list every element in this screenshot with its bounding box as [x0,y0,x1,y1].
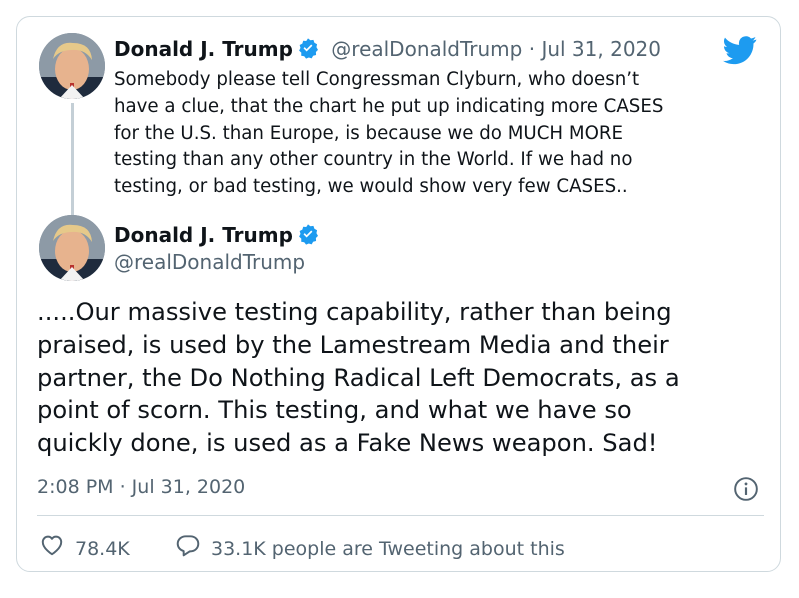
reply-author-avatar[interactable] [39,33,105,99]
reply-date[interactable]: Jul 31, 2020 [541,37,661,61]
reply-text-line: Somebody please tell Congressman Clyburn… [114,69,640,90]
reply-text-line: have a clue, that the chart he put up in… [114,95,664,117]
main-text-line: praised, is used by the Lamestream Media… [37,330,669,359]
like-button[interactable]: 78.4K [39,532,130,565]
embedded-tweet-card: Donald J. Trump @realDonaldTrump · Jul 3… [16,16,781,572]
main-tweet-text: .....Our massive testing capability, rat… [37,296,767,460]
main-author-name[interactable]: Donald J. Trump [114,223,293,247]
reply-header: Donald J. Trump @realDonaldTrump · Jul 3… [114,37,661,64]
main-text-line: .....Our massive testing capability, rat… [37,298,672,326]
twitter-bird-icon[interactable] [723,33,757,71]
thread-connector-line [71,103,74,221]
main-text-line: quickly done, is used as a Fake News wea… [37,429,658,458]
main-text-line: point of scorn. This testing, and what w… [37,396,632,425]
conversation-link[interactable]: 33.1K people are Tweeting about this [175,532,565,565]
reply-tweet-text: Somebody please tell Congressman Clyburn… [114,67,764,201]
reply-text-line: testing than any other country in the Wo… [114,149,633,171]
conversation-text: 33.1K people are Tweeting about this [211,537,565,560]
like-count: 78.4K [75,537,130,560]
main-author-name-row: Donald J. Trump [114,222,319,251]
verified-badge-icon [297,37,319,64]
verified-badge-icon [297,223,319,251]
actions-divider [37,515,764,516]
main-text-line: partner, the Do Nothing Radical Left Dem… [37,363,680,392]
reply-text-line: for the U.S. than Europe, is because we … [114,122,624,144]
reply-text-line: testing, or bad testing, we would show v… [114,176,628,198]
main-author-handle[interactable]: @realDonaldTrump [114,249,305,275]
tweet-timestamp[interactable]: 2:08 PM · Jul 31, 2020 [37,475,245,499]
main-author-avatar[interactable] [39,215,105,281]
reply-separator: · [528,37,536,61]
reply-author-handle[interactable]: @realDonaldTrump [331,37,522,61]
info-icon[interactable] [733,476,759,506]
speech-bubble-icon [175,532,211,565]
heart-icon [39,532,75,565]
reply-author-name[interactable]: Donald J. Trump [114,37,293,61]
